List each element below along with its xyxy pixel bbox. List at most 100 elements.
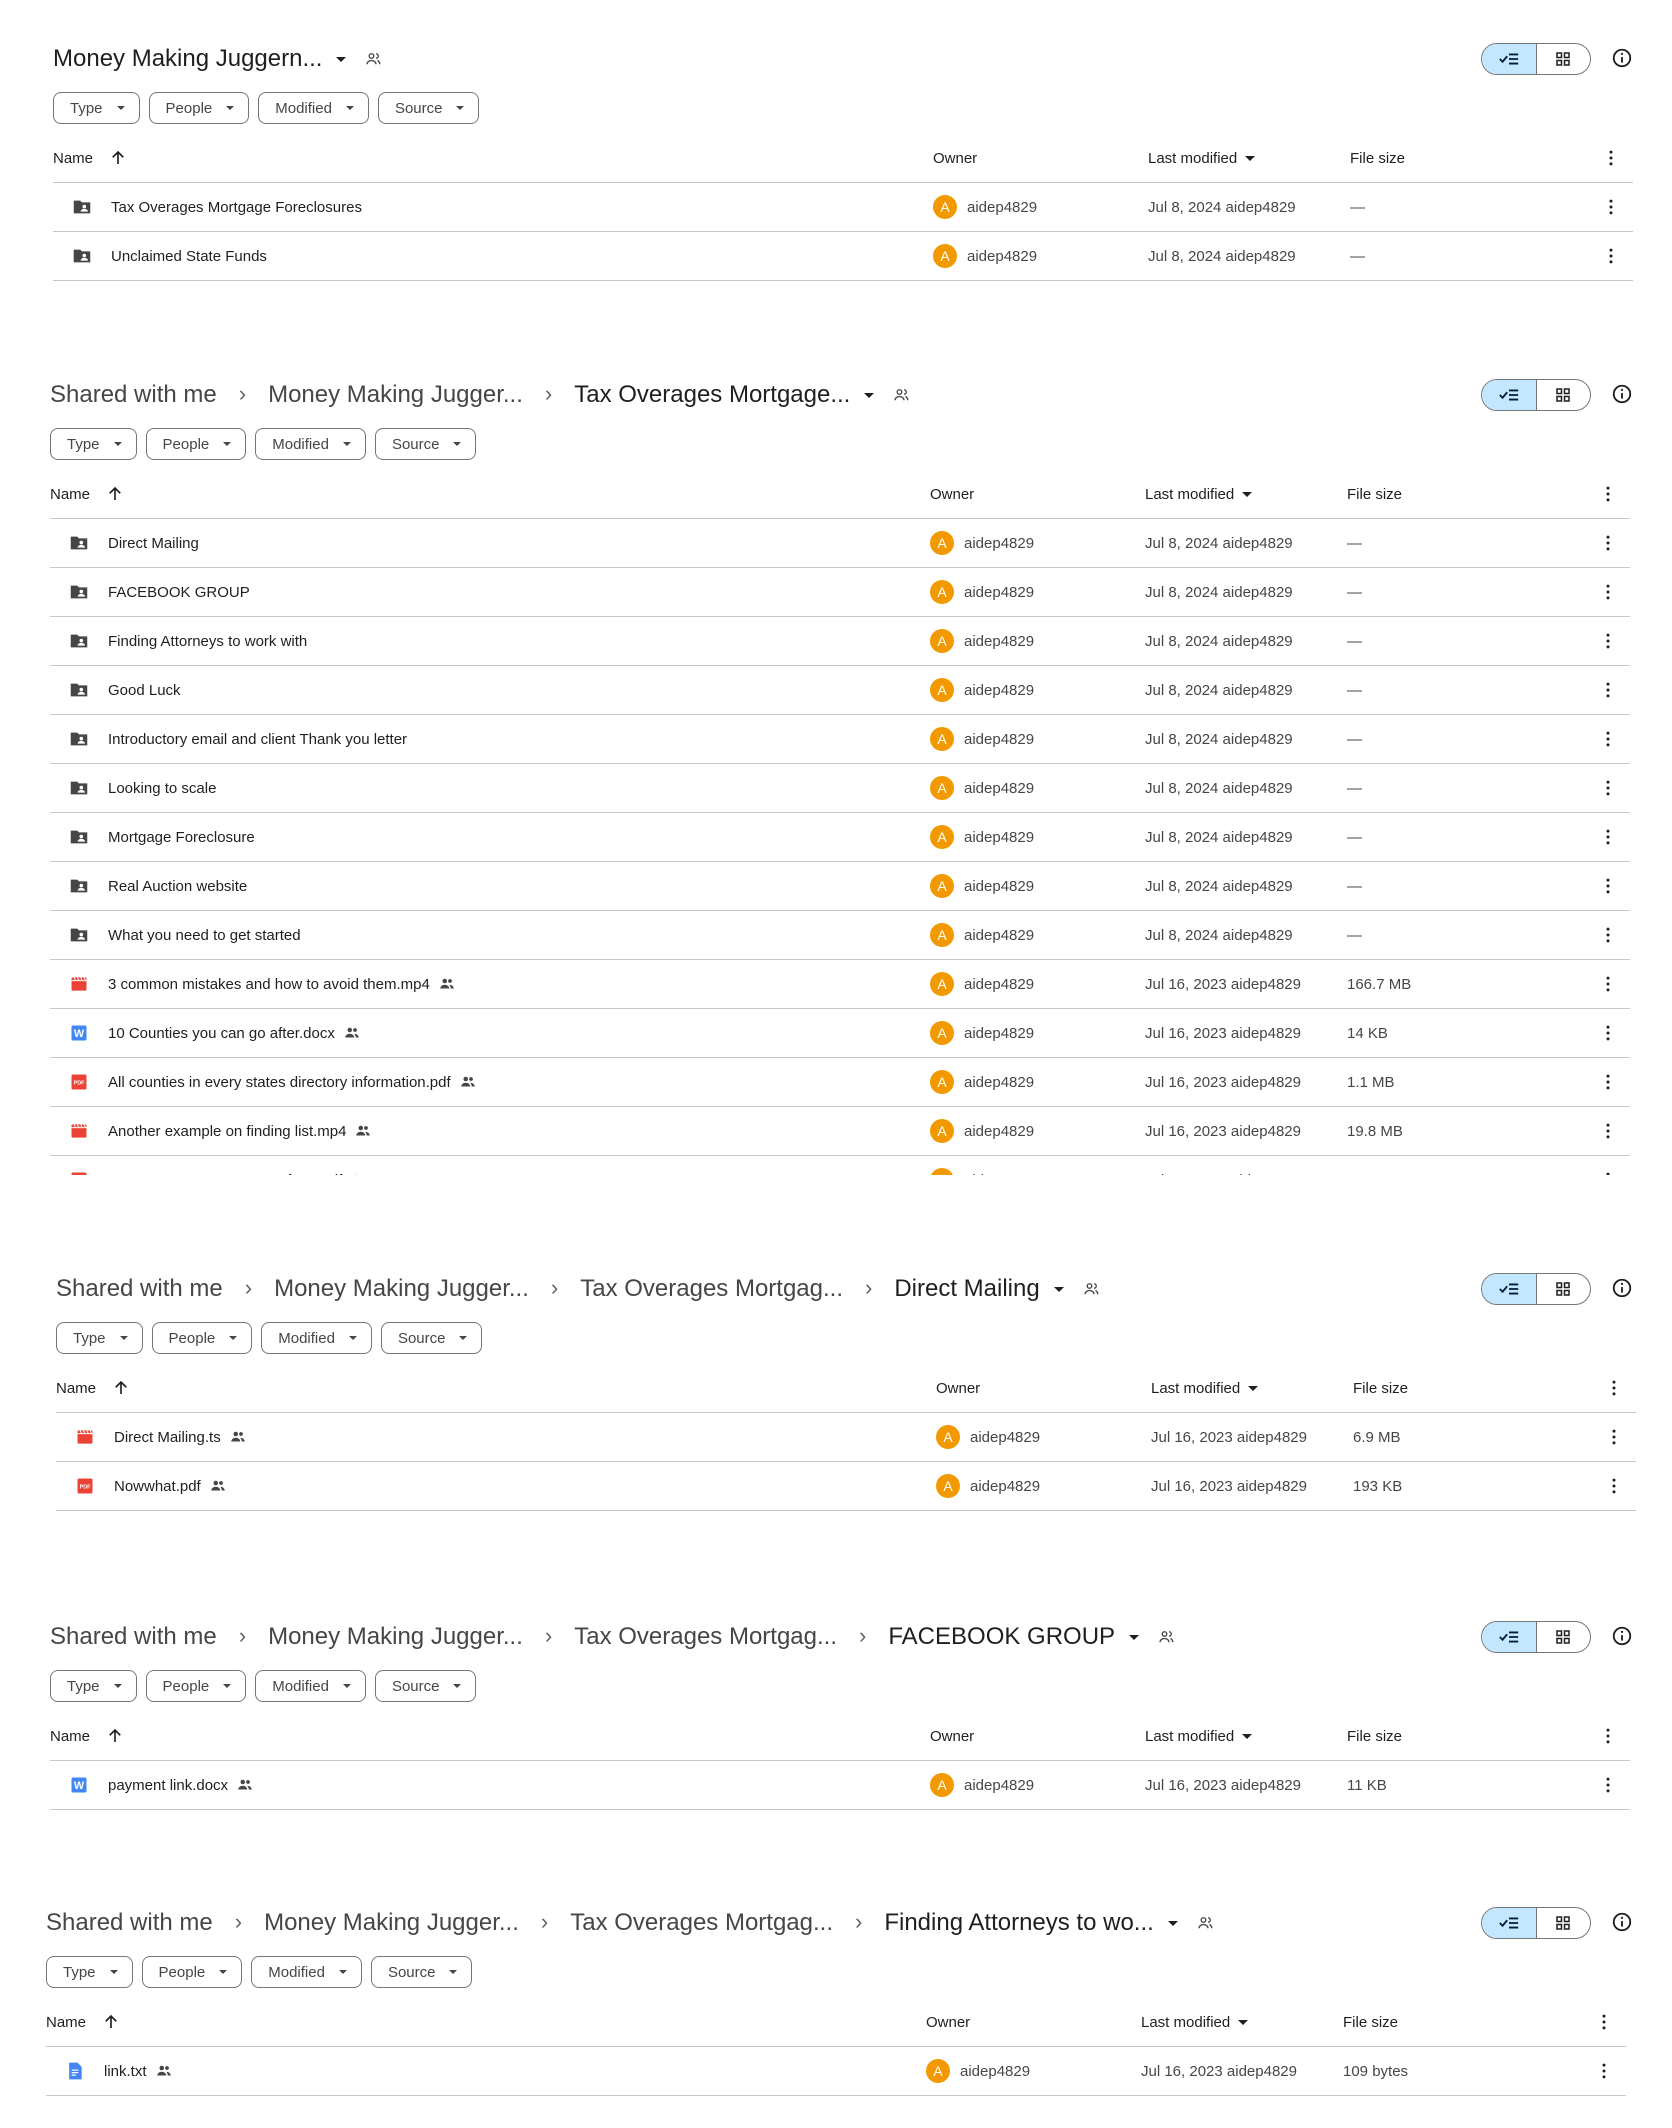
filter-source-chip[interactable]: Source [370,1956,473,1988]
breadcrumb-item[interactable]: Tax Overages Mortgag... [570,1909,833,1937]
filter-modified-chip[interactable]: Modified [261,1322,372,1354]
table-row[interactable]: link.txt Aaidep4829 Jul 16, 2023 aidep4829… [46,2047,1626,2096]
row-more-actions-icon[interactable] [1601,183,1621,231]
current-folder-title[interactable]: Finding Attorneys to wo... [884,1909,1178,1937]
row-more-actions-icon[interactable] [1598,1107,1618,1155]
sort-ascending-arrow-icon[interactable] [112,1379,130,1397]
filter-people-chip[interactable]: People [141,1956,243,1988]
column-header-name[interactable]: Name [46,1998,120,2046]
column-header-name[interactable]: Name [50,1712,124,1760]
grid-layout-button[interactable] [1537,1908,1591,1938]
column-header-name[interactable]: Name [56,1364,130,1412]
sort-ascending-arrow-icon[interactable] [106,485,124,503]
file-name[interactable]: Direct Mailing [108,535,199,552]
more-actions-icon[interactable] [1598,470,1618,518]
file-name[interactable]: 10 Counties you can go after.docx [108,1025,335,1042]
sort-ascending-arrow-icon[interactable] [106,1727,124,1745]
table-row[interactable]: Introductory email and client Thank you … [50,715,1630,764]
column-header-last-modified[interactable]: Last modified [1148,134,1256,182]
folder-menu-caret-icon[interactable] [1129,1634,1140,1640]
breadcrumb-item[interactable]: Tax Overages Mortgag... [574,1623,837,1651]
info-icon[interactable] [1611,1911,1633,1938]
row-more-actions-icon[interactable] [1598,862,1618,910]
filter-type-chip[interactable]: Type [50,1670,137,1702]
folder-menu-caret-icon[interactable] [336,56,347,62]
file-name[interactable]: FACEBOOK GROUP [108,584,250,601]
breadcrumb-item[interactable]: Shared with me [56,1275,223,1303]
info-icon[interactable] [1611,47,1633,74]
grid-layout-button[interactable] [1537,1274,1591,1304]
table-row[interactable]: FACEBOOK GROUP Aaidep4829 Jul 8, 2024 aide… [50,568,1630,617]
more-actions-icon[interactable] [1604,1364,1624,1412]
filter-source-chip[interactable]: Source [377,92,480,124]
table-row[interactable]: What you need to get started Aaidep4829 Ju… [50,911,1630,960]
file-name[interactable]: Mortgage Foreclosure [108,829,255,846]
table-row[interactable]: PDF All counties in every states director… [50,1058,1630,1107]
table-row[interactable]: W 10 Counties you can go after.docx Aaidep… [50,1009,1630,1058]
row-more-actions-icon[interactable] [1604,1462,1624,1510]
folder-menu-caret-icon[interactable] [1167,1920,1178,1926]
file-name[interactable]: Direct Mailing.ts [114,1429,221,1446]
folder-menu-caret-icon[interactable] [1053,1286,1064,1292]
table-row[interactable]: Tax Overages Mortgage Foreclosures Aaidep… [53,183,1633,232]
file-name[interactable]: What you need to get started [108,927,301,944]
row-more-actions-icon[interactable] [1598,519,1618,567]
info-icon[interactable] [1611,1625,1633,1652]
breadcrumb-item[interactable]: Shared with me [50,381,217,409]
row-more-actions-icon[interactable] [1598,715,1618,763]
row-more-actions-icon[interactable] [1598,617,1618,665]
sort-ascending-arrow-icon[interactable] [109,149,127,167]
list-layout-button[interactable] [1482,380,1537,410]
filter-source-chip[interactable]: Source [374,1670,477,1702]
info-icon[interactable] [1611,1277,1633,1304]
filter-people-chip[interactable]: People [145,428,247,460]
list-layout-button[interactable] [1482,1908,1537,1938]
file-name[interactable]: Another example on finding list.mp4 [108,1123,346,1140]
column-header-last-modified[interactable]: Last modified [1145,1712,1253,1760]
breadcrumb-item[interactable]: Tax Overages Mortgag... [580,1275,843,1303]
row-more-actions-icon[interactable] [1594,2047,1614,2095]
filter-modified-chip[interactable]: Modified [255,428,366,460]
current-folder-title[interactable]: Direct Mailing [894,1275,1064,1303]
filter-type-chip[interactable]: Type [56,1322,143,1354]
table-row[interactable]: Good Luck Aaidep4829 Jul 8, 2024 aidep4829… [50,666,1630,715]
file-name[interactable]: All counties in every states directory i… [108,1074,451,1091]
filter-people-chip[interactable]: People [148,92,250,124]
current-folder-title[interactable]: Tax Overages Mortgage... [574,381,850,409]
table-row[interactable]: Direct Mailing Aaidep4829 Jul 8, 2024 aide… [50,519,1630,568]
filter-source-chip[interactable]: Source [374,428,477,460]
breadcrumb-item[interactable]: Shared with me [50,1623,217,1651]
more-actions-icon[interactable] [1601,134,1621,182]
filter-modified-chip[interactable]: Modified [251,1956,362,1988]
file-name[interactable]: payment link.docx [108,1777,228,1794]
table-row[interactable]: PDF Asset recovery agreement form.pdf Aaid… [50,1156,1630,1175]
file-name[interactable]: Unclaimed State Funds [111,248,267,265]
row-more-actions-icon[interactable] [1604,1413,1624,1461]
table-row[interactable]: Finding Attorneys to work with Aaidep4829… [50,617,1630,666]
row-more-actions-icon[interactable] [1598,568,1618,616]
breadcrumb-item[interactable]: Money Making Jugger... [274,1275,529,1303]
row-more-actions-icon[interactable] [1598,666,1618,714]
column-header-last-modified[interactable]: Last modified [1151,1364,1259,1412]
row-more-actions-icon[interactable] [1598,813,1618,861]
file-name[interactable]: Good Luck [108,682,181,699]
column-header-name[interactable]: Name [50,470,124,518]
filter-source-chip[interactable]: Source [380,1322,483,1354]
current-folder-title[interactable]: FACEBOOK GROUP [888,1623,1140,1651]
row-more-actions-icon[interactable] [1598,1761,1618,1809]
row-more-actions-icon[interactable] [1598,1058,1618,1106]
grid-layout-button[interactable] [1537,380,1591,410]
file-name[interactable]: Tax Overages Mortgage Foreclosures [111,199,362,216]
info-icon[interactable] [1611,383,1633,410]
table-row[interactable]: Real Auction website Aaidep4829 Jul 8, 202… [50,862,1630,911]
list-layout-button[interactable] [1482,44,1537,74]
grid-layout-button[interactable] [1537,44,1591,74]
filter-modified-chip[interactable]: Modified [255,1670,366,1702]
current-folder-title[interactable]: Money Making Juggern... [53,45,347,73]
column-header-last-modified[interactable]: Last modified [1145,470,1253,518]
row-more-actions-icon[interactable] [1601,232,1621,280]
breadcrumb-item[interactable]: Shared with me [46,1909,213,1937]
row-more-actions-icon[interactable] [1598,764,1618,812]
list-layout-button[interactable] [1482,1622,1537,1652]
file-name[interactable]: Asset recovery agreement form.pdf [108,1172,342,1176]
